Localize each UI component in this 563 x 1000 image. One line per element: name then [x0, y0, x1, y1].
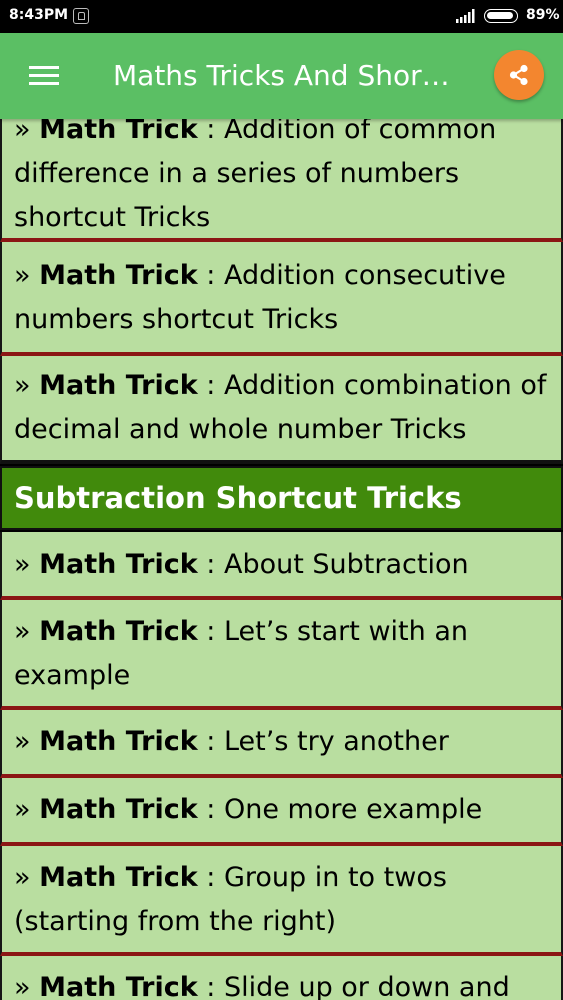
- list-item[interactable]: » Math Trick : Addition of common differ…: [0, 98, 563, 242]
- item-label: Math Trick: [39, 862, 198, 893]
- item-text: Let’s try another: [223, 726, 449, 757]
- item-label: Math Trick: [39, 972, 198, 1000]
- item-text: One more example: [223, 794, 483, 825]
- list-item[interactable]: » Math Trick : Slide up or down and: [0, 956, 563, 1000]
- list-item[interactable]: » Math Trick : Let’s start with an examp…: [0, 600, 563, 710]
- battery-icon: [484, 9, 518, 23]
- share-icon: [509, 64, 528, 86]
- tricks-list: » Math Trick : Addition of common differ…: [0, 0, 563, 1000]
- list-item[interactable]: » Math Trick : Addition consecutive numb…: [0, 242, 563, 356]
- item-label: Math Trick: [39, 370, 198, 401]
- status-time: 8:43PM: [9, 7, 69, 23]
- list-item[interactable]: » Math Trick : Group in to twos (startin…: [0, 846, 563, 956]
- app-notification-icon: [73, 8, 89, 24]
- share-button[interactable]: [494, 50, 544, 100]
- item-label: Math Trick: [39, 726, 198, 757]
- item-label: Math Trick: [39, 616, 198, 647]
- app-toolbar: Maths Tricks And Shortcuts: [0, 33, 563, 119]
- app-screen: 8:43PM 89% Maths Tricks And Shortcuts » …: [0, 0, 563, 1000]
- item-label: Math Trick: [39, 260, 198, 291]
- status-bar: 8:43PM 89%: [0, 0, 563, 33]
- list-item[interactable]: » Math Trick : About Subtraction: [0, 532, 563, 600]
- item-label: Math Trick: [39, 794, 198, 825]
- battery-percent: 89%: [526, 7, 560, 23]
- list-item[interactable]: » Math Trick : Addition combination of d…: [0, 356, 563, 464]
- signal-icon: [456, 9, 475, 23]
- menu-button[interactable]: [24, 57, 64, 95]
- section-header: Subtraction Shortcut Tricks: [0, 466, 563, 530]
- hamburger-menu-icon: [29, 66, 59, 86]
- item-label: Math Trick: [39, 549, 198, 580]
- list-item[interactable]: » Math Trick : One more example: [0, 778, 563, 846]
- list-item[interactable]: » Math Trick : Let’s try another: [0, 710, 563, 778]
- item-text: Slide up or down and: [223, 972, 510, 1000]
- item-text: About Subtraction: [223, 549, 469, 580]
- page-title: Maths Tricks And Shortcuts: [113, 59, 458, 92]
